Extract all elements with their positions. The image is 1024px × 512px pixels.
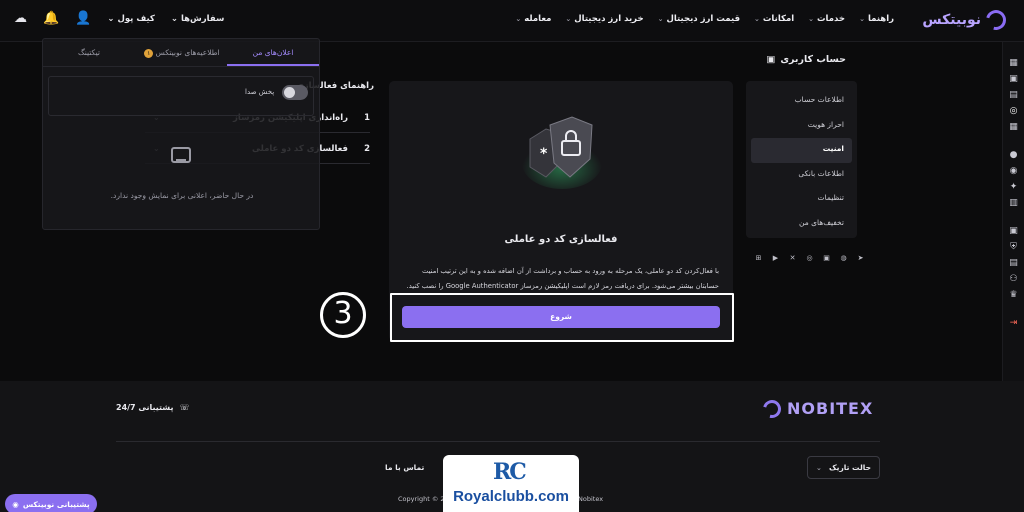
nobitex-logo[interactable]: نوبیتکس [922,6,1010,34]
empty-notifications-text: در حال حاضر، اعلانی برای نمایش وجود ندار… [110,191,254,200]
phone-icon: ☏ [179,403,190,412]
nav-item-help[interactable]: راهنما⌄ [859,14,894,24]
tab-nobitex-announcements[interactable]: اطلاعیه‌های نوبیتکس ۱ [135,39,227,66]
logo-text: نوبیتکس [922,12,981,28]
bell-icon[interactable]: 🔔 [43,11,59,26]
dashboard-icon[interactable]: ▦ [1009,58,1019,68]
watermark-text: Royalclubb.com [453,488,569,505]
logo-mark-icon [982,6,1010,34]
card-title: فعالسازی کد دو عاملی [504,234,618,245]
linkedin-icon[interactable]: ▣ [822,254,831,263]
dollar-icon[interactable]: ◉ [1009,166,1019,176]
user-square-icon: ▣ [766,54,776,65]
tab-ticketing[interactable]: تیکتینگ [43,39,135,66]
chevron-down-icon: ⌄ [816,463,822,472]
x-twitter-icon[interactable]: ✕ [788,254,797,263]
nav-item-trade[interactable]: معامله⌄ [515,14,551,24]
icon-sidebar: ▦ ▣ ▤ ◎ ▦ ● ◉ ✦ ▥ ▣ ⛨ ▤ ⚇ ♛ ⇥ [1002,42,1024,387]
grid-icon[interactable]: ▦ [1009,122,1019,132]
sound-toggle[interactable] [282,85,308,100]
shield-check-icon[interactable]: ⛨ [1009,242,1019,252]
logo-mark-icon [759,396,785,421]
tab-my-notifications[interactable]: اعلان‌های من [227,39,319,66]
lock-shield-illustration: * [522,116,602,189]
support-247[interactable]: ☏ پشتیبانی 24/7 [116,403,189,412]
security-icon[interactable]: ◎ [1009,106,1019,116]
page-title: حساب کاربری ▣ [766,54,846,65]
youtube-icon[interactable]: ▶ [771,254,780,263]
chevron-down-icon: ⌄ [107,13,118,24]
svg-text:*: * [540,146,548,162]
aparat-icon[interactable]: ◍ [839,254,848,263]
clipboard-icon[interactable]: ▤ [1009,90,1019,100]
guide-item-number: 1 [364,112,370,123]
chevron-down-icon: ⌄ [565,15,572,23]
instagram-icon[interactable]: ◎ [805,254,814,263]
chevron-down-icon: ⌄ [657,15,664,23]
user-icon[interactable]: 👤 [75,11,91,26]
users-icon[interactable]: ⚇ [1009,274,1019,284]
notification-tabs: اعلان‌های من اطلاعیه‌های نوبیتکس ۱ تیکتی… [43,39,319,67]
menu-item-discounts[interactable]: تخفیف‌های من [751,212,852,237]
header-actions: ☁ 🔔 👤 ⌄ کیف پول ⌄ سفارش‌ها [14,11,224,26]
wallet-icon[interactable]: ▣ [1009,74,1019,84]
menu-item-account-info[interactable]: اطلاعات حساب [751,89,852,114]
menu-item-verification[interactable]: احراز هویت [751,114,852,139]
watermark-logo: RC Royalclubb.com [443,455,579,512]
watermark-mark: RC [493,459,527,485]
sparkle-icon[interactable]: ✦ [1009,182,1019,192]
trophy-icon[interactable]: ♛ [1009,290,1019,300]
social-links: ⊞ ▶ ✕ ◎ ▣ ◍ ➤ [754,254,865,263]
nav-item-buy-crypto[interactable]: خرید ارز دیجیتال⌄ [565,14,643,24]
logout-icon[interactable]: ⇥ [1009,318,1019,328]
support-chat-button[interactable]: پشتیبانی نوبیتکس ◉ [5,494,97,512]
nav-item-crypto-prices[interactable]: قیمت ارز دیجیتال⌄ [658,14,740,24]
gift-icon[interactable]: ▤ [1009,258,1019,268]
footer-logo[interactable]: NOBITEX [759,396,873,421]
footer-divider [116,441,880,442]
headset-icon: ◉ [12,499,19,509]
theme-select[interactable]: حالت تاریک ⌄ [807,456,880,479]
start-button[interactable]: شروع [402,306,720,328]
menu-item-settings[interactable]: تنظیمات [751,187,852,212]
unread-badge: ۱ [144,49,154,58]
main-nav: معامله⌄ خرید ارز دیجیتال⌄ قیمت ارز دیجیت… [515,14,894,24]
account-menu: اطلاعات حساب احراز هویت امنیت اطلاعات با… [746,81,857,238]
wallet-menu[interactable]: ⌄ کیف پول [107,14,155,24]
nav-item-features[interactable]: امکانات⌄ [754,14,794,24]
empty-inbox-icon [171,147,191,163]
menu-item-bank-info[interactable]: اطلاعات بانکی [751,163,852,188]
contact-us-link[interactable]: تماس با ما [385,463,424,472]
chevron-down-icon: ⌄ [808,15,815,23]
guide-item-number: 2 [364,143,370,154]
step-number-annotation: 3 [320,292,366,338]
card-description: با فعال‌کردن کد دو عاملی، یک مرحله به ور… [406,267,719,290]
windows-icon[interactable]: ⊞ [754,254,763,263]
telegram-icon[interactable]: ➤ [856,254,865,263]
download-cloud-icon[interactable]: ☁ [14,11,27,26]
nav-item-services[interactable]: خدمات⌄ [808,14,845,24]
menu-item-security[interactable]: امنیت [751,138,852,163]
id-card-icon[interactable]: ▣ [1009,226,1019,236]
chevron-down-icon: ⌄ [754,15,760,23]
copyright-text-end: Nobitex [578,495,604,503]
notifications-dropdown: اعلان‌های من اطلاعیه‌های نوبیتکس ۱ تیکتی… [42,38,320,230]
coin-icon[interactable]: ● [1009,150,1019,160]
chevron-down-icon: ⌄ [515,15,522,23]
sound-setting-row: پخش صدا [48,76,314,116]
chevron-down-icon: ⌄ [170,13,181,24]
chevron-down-icon: ⌄ [859,15,865,23]
top-navbar: نوبیتکس معامله⌄ خرید ارز دیجیتال⌄ قیمت ا… [0,0,1024,42]
sound-label: پخش صدا [245,88,275,96]
orders-menu[interactable]: ⌄ سفارش‌ها [171,14,224,24]
calendar-icon[interactable]: ▥ [1009,198,1019,208]
